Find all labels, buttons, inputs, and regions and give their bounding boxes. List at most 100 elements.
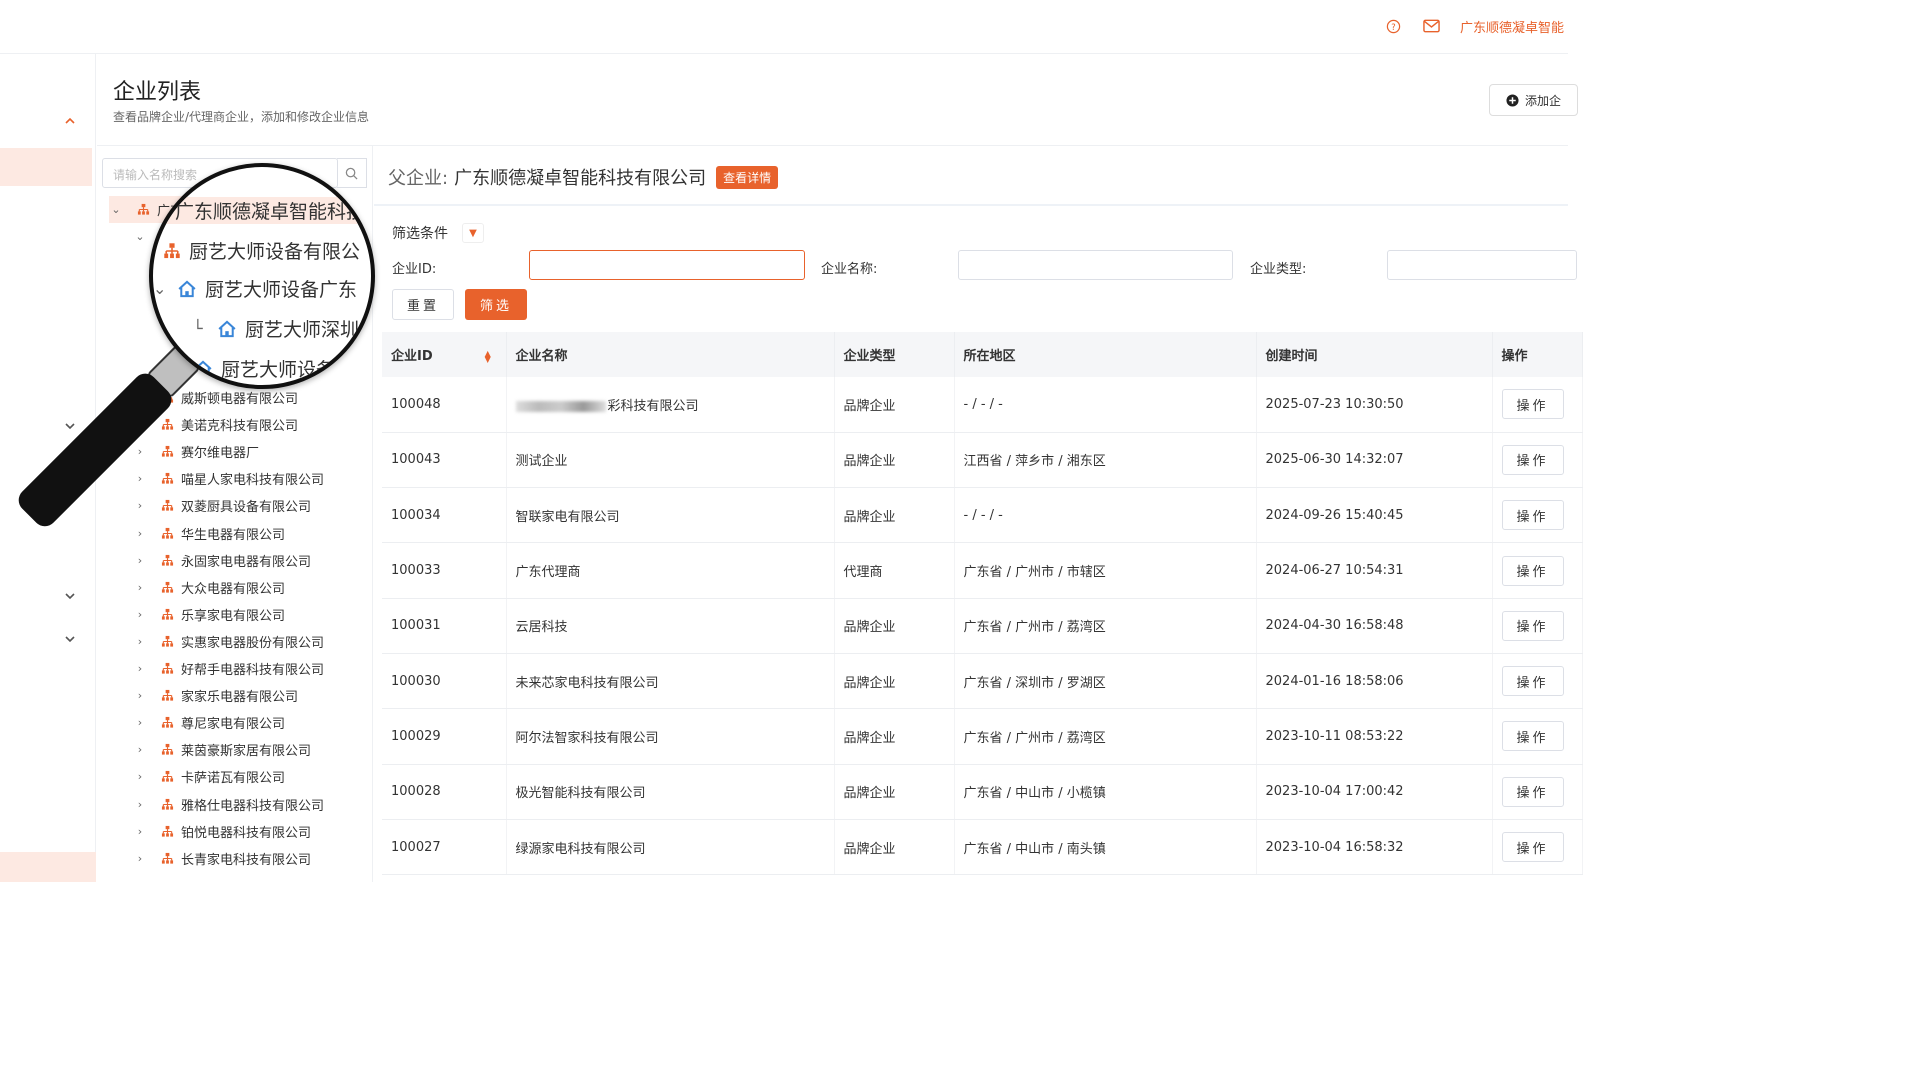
chevron-right-icon[interactable]: › — [133, 635, 147, 648]
tree-root-item[interactable]: ⌄ 广东顺德凝卓智能科技 — [109, 196, 296, 223]
tree-item[interactable]: › 家家乐电器有限公司 — [133, 682, 298, 709]
chevron-down-icon[interactable] — [60, 629, 80, 649]
tree-item[interactable]: › 实惠家电器股份有限公司 — [133, 628, 324, 655]
table-row[interactable]: 100030 未来芯家电科技有限公司 品牌企业 广东省 / 深圳市 / 罗湖区 2024… — [382, 653, 1583, 710]
tree-item[interactable]: › 厨艺大师设备 — [157, 304, 283, 331]
tree-item[interactable]: › 长青家电科技有限公司 — [133, 845, 311, 872]
table-row[interactable]: 100034 智联家电有限公司 品牌企业 - / - / -2024-09-26 15… — [382, 487, 1583, 544]
tree-item[interactable]: › 双菱厨具设备有限公司 — [133, 492, 311, 519]
tree-item[interactable]: › 铂悦电器科技有限公司 — [133, 818, 311, 845]
chevron-up-icon[interactable] — [60, 110, 80, 130]
filter-button[interactable]: 筛选 — [465, 289, 527, 320]
chevron-right-icon[interactable]: › — [133, 743, 147, 756]
chevron-right-icon[interactable]: › — [133, 662, 147, 675]
cell-region: 广东省 / 广州市 / 荔湾区 — [954, 598, 1257, 654]
chevron-right-icon[interactable]: › — [133, 825, 147, 838]
row-action-button[interactable]: 操作 — [1501, 555, 1564, 586]
sort-icon[interactable]: ▲ ▼ — [485, 349, 491, 363]
chevron-down-icon[interactable]: ⌄ — [133, 230, 147, 243]
chevron-right-icon[interactable]: › — [133, 445, 147, 458]
tree-search-input[interactable]: 请输入名称搜索 — [102, 158, 338, 188]
table-row[interactable]: 100028 极光智能科技有限公司 品牌企业 广东省 / 中山市 / 小榄镇 2023-… — [382, 764, 1583, 820]
search-icon[interactable] — [337, 158, 367, 188]
tree-item[interactable]: › 好帮手电器科技有限公司 — [133, 655, 324, 682]
tree-item-label: 厨艺大师设备 — [205, 312, 284, 327]
table-row[interactable]: 100033 广东代理商 代理商 广东省 / 广州市 / 市辖区 2024-06-27 … — [382, 542, 1583, 599]
add-company-button[interactable]: 添加企 — [1488, 84, 1578, 116]
nav-item-highlight[interactable] — [0, 852, 96, 882]
tree-item[interactable]: › 威斯顿电器有限公司 — [133, 384, 298, 411]
chevron-right-icon[interactable]: › — [181, 284, 195, 297]
chevron-right-icon[interactable]: › — [133, 527, 147, 540]
chevron-down-icon[interactable]: ⌄ — [157, 257, 171, 270]
chevron-right-icon[interactable]: › — [157, 311, 171, 324]
cell-created: 2024-09-26 15:40:45 — [1256, 487, 1493, 544]
chevron-down-icon[interactable]: ⌄ — [109, 203, 123, 216]
tree-item-label: 华生电器有限公司 — [181, 527, 286, 543]
tree-item[interactable]: › 大众电器有限公司 — [133, 574, 285, 601]
tree-item[interactable]: › 华生电器有限公司 — [133, 520, 285, 547]
view-details-button[interactable]: 查看详情 — [716, 165, 779, 189]
cell-name: 阿尔法智家科技有限公司 — [506, 708, 835, 765]
chevron-right-icon[interactable]: › — [133, 472, 147, 485]
chevron-right-icon[interactable]: › — [133, 391, 147, 404]
current-company-name[interactable]: 广东顺德凝卓智能 — [1460, 17, 1564, 36]
tree-item[interactable]: › 美诺克科技有限公司 — [133, 411, 298, 438]
tree-item[interactable]: ⌄ 厨艺大师设备有限公 — [133, 223, 298, 250]
column-header-id[interactable]: 企业ID ▲ ▼ — [382, 332, 507, 377]
chevron-down-icon[interactable] — [60, 586, 80, 606]
company-table: 企业ID ▲ ▼ 企业名称 企业类型 所在地区 创建时间 操作 100048 彩科技有… — [382, 332, 1583, 876]
filter-type-select[interactable] — [1387, 250, 1577, 280]
cell-created: 2023-10-04 16:58:32 — [1256, 819, 1493, 876]
chevron-down-icon[interactable] — [60, 416, 80, 436]
tree-item[interactable]: › 永固家电电器有限公司 — [133, 547, 311, 574]
tree-item-label: 铂悦电器科技有限公司 — [181, 825, 312, 841]
cell-created: 2025-06-30 14:32:07 — [1256, 432, 1493, 489]
table-row[interactable]: 100043 测试企业 品牌企业 江西省 / 萍乡市 / 湘东区 2025-06-30 … — [382, 432, 1583, 489]
tree-item[interactable]: › 雅格仕电器科技有限公司 — [133, 791, 324, 818]
chevron-right-icon[interactable]: › — [133, 716, 147, 729]
tree-item[interactable]: › 喵星人家电科技有限公司 — [133, 465, 324, 492]
tree-item[interactable]: › 赛尔维电器厂 — [133, 438, 259, 465]
chevron-right-icon[interactable]: › — [133, 852, 147, 865]
filter-name-input[interactable] — [958, 250, 1233, 280]
table-row[interactable]: 100029 阿尔法智家科技有限公司 品牌企业 广东省 / 广州市 / 荔湾区 2023… — [382, 708, 1583, 765]
chevron-right-icon[interactable]: › — [133, 418, 147, 431]
tree-item-label: 美诺克科技有限公司 — [181, 419, 299, 435]
reset-button[interactable]: 重置 — [392, 289, 454, 320]
chevron-right-icon[interactable]: › — [133, 499, 147, 512]
cell-id: 100028 — [382, 764, 507, 820]
tree-item[interactable]: › 莱茵豪斯家居有限公司 — [133, 736, 311, 763]
chevron-right-icon[interactable]: › — [133, 689, 147, 702]
chevron-right-icon[interactable]: › — [133, 554, 147, 567]
filter-id-input[interactable] — [529, 250, 805, 280]
chevron-down-icon[interactable] — [60, 458, 80, 478]
row-action-button[interactable]: 操作 — [1501, 500, 1564, 531]
help-circle-icon[interactable]: ? — [1384, 16, 1404, 36]
table-row[interactable]: 100048 彩科技有限公司 品牌企业 - / - / -2025-07-23 10:… — [382, 377, 1583, 433]
tree-item[interactable]: › 厨艺大师深圳 — [181, 277, 307, 304]
caret-down-icon[interactable]: ▼ — [462, 223, 484, 243]
row-action-button[interactable]: 操作 — [1501, 444, 1564, 475]
row-action-button[interactable]: 操作 — [1501, 832, 1564, 863]
nav-item-active[interactable] — [0, 148, 92, 186]
org-icon — [161, 527, 175, 540]
mail-icon[interactable] — [1422, 16, 1442, 36]
chevron-right-icon[interactable]: › — [133, 608, 147, 621]
row-action-button[interactable]: 操作 — [1501, 389, 1564, 420]
chevron-right-icon[interactable]: › — [133, 770, 147, 783]
table-row[interactable]: 100031 云居科技 品牌企业 广东省 / 广州市 / 荔湾区 2024-04-30 … — [382, 598, 1583, 654]
tree-item[interactable]: › 卡萨诺瓦有限公司 — [133, 763, 285, 790]
tree-item[interactable]: › 乐享家电有限公司 — [133, 601, 285, 628]
org-icon — [161, 798, 175, 811]
tree-item[interactable]: ⌄ 厨艺大师设备广东 — [157, 250, 309, 277]
tree-item[interactable]: › 尊尼家电有限公司 — [133, 709, 285, 736]
row-action-button[interactable]: 操作 — [1501, 610, 1564, 641]
column-header-actions: 操作 — [1492, 332, 1583, 377]
chevron-right-icon[interactable]: › — [133, 581, 147, 594]
table-row[interactable]: 100027 绿源家电科技有限公司 品牌企业 广东省 / 中山市 / 南头镇 2023-… — [382, 819, 1583, 876]
row-action-button[interactable]: 操作 — [1501, 776, 1564, 807]
row-action-button[interactable]: 操作 — [1501, 721, 1564, 752]
row-action-button[interactable]: 操作 — [1501, 666, 1564, 697]
chevron-right-icon[interactable]: › — [133, 798, 147, 811]
